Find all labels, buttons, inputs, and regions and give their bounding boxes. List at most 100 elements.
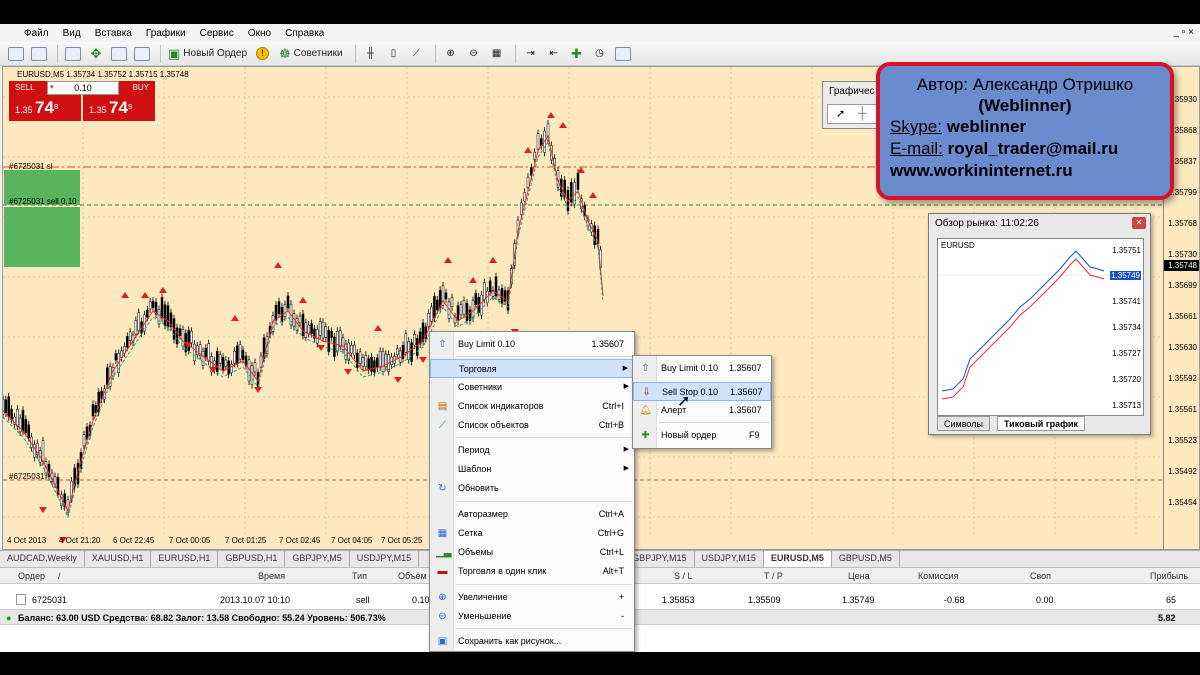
col-profit[interactable]: Прибыль: [1150, 571, 1188, 581]
new-chart-button[interactable]: [6, 45, 26, 63]
cell-profit: 65: [1166, 595, 1177, 605]
menu-item-grid[interactable]: ▦ Сетка Ctrl+G: [430, 524, 634, 543]
meta-editor-button[interactable]: !: [254, 45, 274, 63]
bar-chart-button[interactable]: ╫: [361, 45, 381, 63]
templates-button[interactable]: [613, 45, 633, 63]
tab-gbpusd-m5[interactable]: GBPUSD,M5: [832, 551, 900, 567]
menu-item-one-click-trading[interactable]: ▬ Торговля в один клик Alt+T: [430, 562, 634, 581]
tab-audcad-weekly[interactable]: AUDCAD,Weekly: [0, 551, 85, 567]
menu-charts[interactable]: Графики: [146, 28, 186, 39]
menu-item-volumes[interactable]: ▁▃ Объемы Ctrl+L: [430, 543, 634, 562]
candle-body: [413, 333, 416, 346]
order-icon: [16, 594, 26, 605]
menu-item-label: Список индикаторов: [458, 401, 544, 411]
window-controls[interactable]: _ ▫ ×: [1173, 27, 1194, 38]
menu-item-label: Новый ордер: [661, 430, 717, 440]
tab-gbpjpy-m15[interactable]: GBPJPY,M15: [625, 551, 695, 567]
col-order[interactable]: Ордер: [18, 571, 45, 581]
navigator-button[interactable]: [109, 45, 129, 63]
candle-chart-icon: ▯: [390, 48, 397, 59]
indicators-button[interactable]: ✚: [567, 45, 587, 63]
new-order-button[interactable]: ▣ Новый Ордер: [166, 45, 251, 63]
menu-item-autosize[interactable]: Авторазмер Ctrl+A: [430, 505, 634, 524]
candle-chart-button[interactable]: ▯: [384, 45, 404, 63]
profiles-button[interactable]: [29, 45, 49, 63]
candle-body: [310, 323, 313, 334]
clock-icon: ◷: [595, 48, 604, 59]
tab-eurusd-m5[interactable]: EURUSD,M5: [763, 551, 832, 567]
menu-item-buy-limit[interactable]: ⇧ Buy Limit 0.10 1.35607: [430, 335, 634, 354]
menu-help[interactable]: Справка: [285, 28, 324, 39]
terminal-button[interactable]: [132, 45, 152, 63]
close-icon[interactable]: ✕: [1132, 217, 1146, 229]
advisors-label: Советники: [293, 48, 343, 59]
tab-xauusd-h1[interactable]: XAUUSD,H1: [85, 551, 152, 567]
candle-body: [178, 328, 182, 337]
menu-separator: [456, 356, 632, 357]
crosshair-tool-icon[interactable]: ┼: [858, 106, 867, 120]
menu-item-advisors[interactable]: Советники ▶: [430, 378, 634, 397]
tab-gbpjpy-m5[interactable]: GBPJPY,M5: [285, 551, 350, 567]
advisors-button[interactable]: ☸ Советники: [277, 45, 347, 63]
data-window-button[interactable]: ✥: [86, 45, 106, 63]
menu-item-save-picture[interactable]: ▣ Сохранить как рисунок...: [430, 632, 634, 651]
market-watch-button[interactable]: [63, 45, 83, 63]
menu-item-indicators-list[interactable]: ▤ Список индикаторов Ctrl+I: [430, 397, 634, 416]
candle-body: [204, 347, 208, 358]
menu-view[interactable]: Вид: [63, 28, 81, 39]
tick-chart: EURUSD 1.35751 1.35749 1.35741 1.35734 1…: [937, 238, 1145, 416]
submenu-item-buy-limit[interactable]: ⇧ Buy Limit 0.10 1.35607: [633, 359, 771, 378]
metatrader-window: Файл Вид Вставка Графики Сервис Окно Спр…: [0, 24, 1200, 652]
candle-body: [27, 424, 30, 438]
candle-body: [373, 360, 376, 373]
col-volume[interactable]: Объём: [398, 571, 427, 581]
menu-tools[interactable]: Сервис: [200, 28, 234, 39]
cursor-icon[interactable]: ➚: [836, 107, 845, 120]
submenu-item-alert[interactable]: 🔔︎ Алерт 1.35607: [633, 401, 771, 420]
menu-insert[interactable]: Вставка: [95, 28, 132, 39]
zoom-in-button[interactable]: ⊕: [441, 45, 461, 63]
tab-eurusd-h1[interactable]: EURUSD,H1: [151, 551, 219, 567]
tab-gbpusd-h1[interactable]: GBPUSD,H1: [218, 551, 286, 567]
candle-body: [483, 282, 486, 300]
lot-size-input[interactable]: ▾ 0.10: [47, 81, 119, 95]
menu-item-zoom-in[interactable]: ⊕ Увеличение +: [430, 588, 634, 607]
toolbar-separator: [57, 44, 58, 63]
tab-tick-chart[interactable]: Тиковый график: [997, 416, 1085, 431]
tab-symbols[interactable]: Символы: [937, 416, 990, 431]
chart-shift-button[interactable]: ⇤: [544, 45, 564, 63]
candle-body: [488, 280, 492, 293]
menu-item-period[interactable]: Период ▶: [430, 441, 634, 460]
col-price[interactable]: Цена: [848, 571, 870, 581]
col-swap[interactable]: Своп: [1030, 571, 1051, 581]
tab-usdjpy-m15[interactable]: USDJPY,M15: [350, 551, 420, 567]
candle-body: [344, 343, 348, 360]
tile-windows-button[interactable]: ▦: [487, 45, 507, 63]
menu-item-template[interactable]: Шаблон ▶: [430, 460, 634, 479]
col-type[interactable]: Тип: [352, 571, 367, 581]
auto-scroll-button[interactable]: ⇥: [521, 45, 541, 63]
price-tick: 1.35661: [1168, 312, 1197, 321]
col-sl[interactable]: S / L: [674, 571, 693, 581]
zoom-out-button[interactable]: ⊖: [464, 45, 484, 63]
col-commission[interactable]: Комиссия: [918, 571, 958, 581]
menu-window[interactable]: Окно: [248, 28, 271, 39]
menu-item-key: 1.35607: [730, 387, 763, 397]
menu-item-zoom-out[interactable]: ⊖ Уменьшение -: [430, 607, 634, 626]
lot-down-icon[interactable]: ▾: [50, 82, 54, 94]
periods-button[interactable]: ◷: [590, 45, 610, 63]
candle-body: [166, 305, 170, 328]
line-chart-button[interactable]: ⟋: [407, 45, 427, 63]
menu-item-key: Ctrl+L: [599, 547, 624, 557]
col-time[interactable]: Время: [258, 571, 285, 581]
menu-item-objects-list[interactable]: ⟋ Список объектов Ctrl+B: [430, 416, 634, 435]
menu-file[interactable]: Файл: [24, 28, 49, 39]
candle-body: [82, 434, 86, 447]
submenu-item-new-order[interactable]: ✚ Новый ордер F9: [633, 426, 771, 445]
tab-usdjpy-m15-2[interactable]: USDJPY,M15: [695, 551, 764, 567]
col-tp[interactable]: T / P: [764, 571, 783, 581]
candle-body: [330, 331, 333, 338]
menu-item-refresh[interactable]: ↻ Обновить: [430, 479, 634, 498]
menu-item-trading[interactable]: Торговля ▶: [430, 359, 634, 378]
submenu-item-sell-stop[interactable]: ⇩ Sell Stop 0.10 1.35607: [633, 382, 771, 401]
